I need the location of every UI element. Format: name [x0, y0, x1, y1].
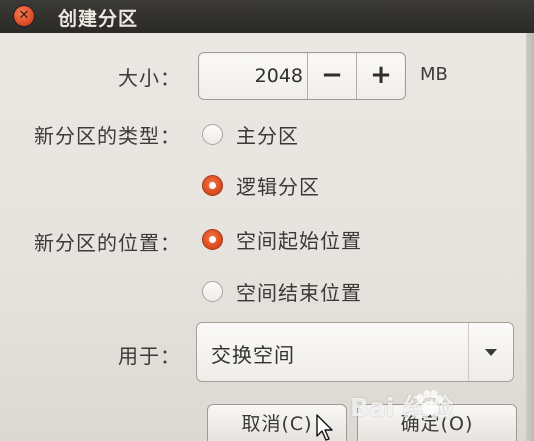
- chevron-down-icon[interactable]: [468, 323, 513, 381]
- radio-button-unchecked[interactable]: [202, 281, 223, 302]
- title-bar: ✕ 创建分区: [0, 0, 534, 33]
- use-for-label: 用于：: [118, 344, 181, 368]
- partition-type-label: 新分区的类型：: [34, 124, 181, 148]
- size-input[interactable]: 2048: [199, 53, 303, 99]
- use-for-selected-value: 交换空间: [211, 343, 295, 367]
- mouse-pointer-icon: [316, 414, 333, 441]
- radio-button-checked[interactable]: [202, 229, 223, 250]
- window-title: 创建分区: [58, 8, 139, 30]
- radio-label-primary: 主分区: [236, 124, 299, 148]
- radio-button-checked[interactable]: [202, 175, 223, 196]
- window-edge: [526, 33, 534, 441]
- paw-icon: [416, 390, 443, 415]
- close-button[interactable]: ✕: [14, 6, 34, 26]
- radio-label-end: 空间结束位置: [236, 281, 362, 305]
- radio-button-unchecked[interactable]: [202, 124, 223, 145]
- radio-label-logical: 逻辑分区: [236, 175, 320, 199]
- decrement-button[interactable]: −: [307, 53, 356, 99]
- increment-button[interactable]: +: [356, 53, 405, 99]
- size-label: 大小：: [118, 66, 181, 90]
- create-partition-dialog: ✕ 创建分区 大小： 2048 − + MB 新分区的类型： 主分区 逻辑分区 …: [0, 0, 534, 441]
- size-unit-label: MB: [420, 64, 448, 85]
- close-icon[interactable]: ✕: [14, 6, 34, 26]
- use-for-dropdown[interactable]: 交换空间: [196, 322, 514, 382]
- radio-label-beginning: 空间起始位置: [236, 229, 362, 253]
- size-spinbox[interactable]: 2048 − +: [198, 52, 406, 100]
- partition-position-label: 新分区的位置：: [34, 231, 181, 255]
